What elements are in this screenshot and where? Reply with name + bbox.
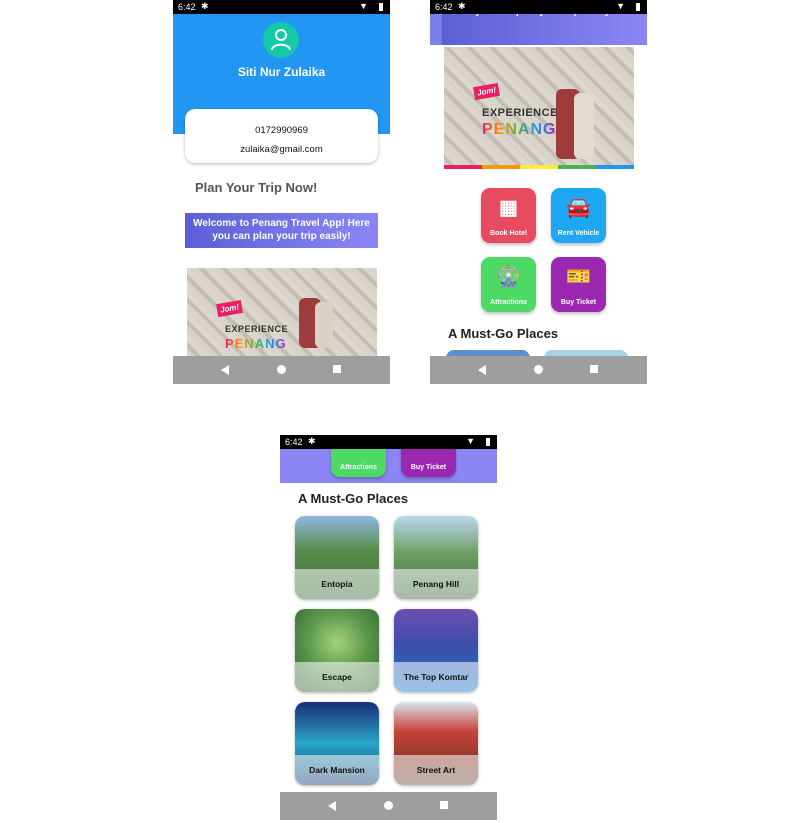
place-name: Street Art <box>394 755 478 785</box>
status-bar: 6:42 ✱ ▼ <box>280 435 497 449</box>
profile-name: Siti Nur Zulaika <box>237 65 326 79</box>
wifi-icon: ▼ <box>616 1 625 11</box>
settings-status-icon: ✱ <box>308 436 316 446</box>
place-card-dark-mansion[interactable]: Dark Mansion <box>295 702 379 785</box>
status-time: 6:42 <box>178 2 196 12</box>
android-nav-bar <box>173 356 390 384</box>
banner-line-1: EXPERIENCE <box>482 107 558 119</box>
experience-penang-banner: Jom! EXPERIENCE PENANG <box>187 268 377 356</box>
place-card-the-top-komtar[interactable]: The Top Komtar <box>394 609 478 692</box>
home-icon[interactable] <box>277 365 286 374</box>
battery-icon <box>379 3 383 11</box>
place-card-street-art[interactable]: Street Art <box>394 702 478 785</box>
home-icon[interactable] <box>534 365 543 374</box>
phone-screen-profile: 6:42 ✱ ▼ Siti Nur Zulaika 0172990969 zul… <box>173 0 390 384</box>
status-time: 6:42 <box>285 437 303 447</box>
welcome-line-2: you can plan your trip easily! <box>212 231 351 242</box>
recents-icon[interactable] <box>440 801 448 809</box>
status-time: 6:42 <box>435 2 453 12</box>
home-icon[interactable] <box>384 801 393 810</box>
profile-info-card: 0172990969 zulaika@gmail.com <box>185 109 378 163</box>
back-icon[interactable] <box>221 365 229 375</box>
plan-trip-title: Plan Your Trip Now! <box>195 180 318 195</box>
rent-vehicle-button[interactable]: 🚘 Rent Vehicle <box>551 188 606 243</box>
place-name: Escape <box>295 662 379 692</box>
must-go-title: A Must-Go Places <box>298 491 409 506</box>
recents-icon[interactable] <box>333 365 341 373</box>
wifi-icon: ▼ <box>466 436 475 446</box>
place-name: Dark Mansion <box>295 755 379 785</box>
welcome-banner: Welcome to Penang Travel App! Here you c… <box>185 213 378 248</box>
attractions-button[interactable]: 🎡 Attractions <box>481 257 536 312</box>
android-nav-bar <box>280 792 497 820</box>
must-go-title: A Must-Go Places <box>448 326 559 341</box>
gradient-edge <box>430 14 442 45</box>
recents-icon[interactable] <box>590 365 598 373</box>
welcome-line-1: Welcome to Penang Travel App! Here <box>193 218 370 229</box>
ticket-icon: 🎫 <box>566 266 591 288</box>
phone-screen-services: you can plan your trip easily! 6:42 ✱ ▼ … <box>430 0 647 384</box>
banner-line-2: PENANG <box>225 336 287 351</box>
experience-penang-banner: Jom! EXPERIENCE PENANG <box>444 47 634 169</box>
tile-row-strip <box>280 449 497 483</box>
profile-phone: 0172990969 <box>255 125 308 136</box>
book-hotel-button[interactable]: ▦ Book Hotel <box>481 188 536 243</box>
back-icon[interactable] <box>478 365 486 375</box>
avatar[interactable] <box>263 22 299 58</box>
place-name: Penang Hill <box>394 569 478 599</box>
status-bar: 6:42 ✱ ▼ <box>173 0 390 14</box>
place-card-escape[interactable]: Escape <box>295 609 379 692</box>
place-card-entopia[interactable]: Entopia <box>295 516 379 599</box>
place-name: The Top Komtar <box>394 662 478 692</box>
place-card-penang-hill[interactable]: Penang Hill <box>394 516 478 599</box>
banner-line-1: EXPERIENCE <box>225 324 289 334</box>
buy-ticket-button[interactable]: 🎫 Buy Ticket <box>551 257 606 312</box>
settings-status-icon: ✱ <box>201 1 209 11</box>
android-nav-bar <box>430 356 647 384</box>
ferris-wheel-icon: 🎡 <box>496 266 521 288</box>
car-icon: 🚘 <box>566 197 591 219</box>
battery-icon <box>486 438 490 446</box>
hotel-icon: ▦ <box>499 197 518 219</box>
status-bar: 6:42 ✱ ▼ <box>430 0 647 14</box>
user-icon <box>271 29 291 51</box>
profile-email: zulaika@gmail.com <box>240 144 323 155</box>
place-name: Entopia <box>295 569 379 599</box>
phone-screen-places: Attractions Buy Ticket 6:42 ✱ ▼ A Must-G… <box>280 435 497 820</box>
back-icon[interactable] <box>328 801 336 811</box>
battery-icon <box>636 3 640 11</box>
banner-line-2: PENANG <box>482 121 557 138</box>
wifi-icon: ▼ <box>359 1 368 11</box>
settings-status-icon: ✱ <box>458 1 466 11</box>
